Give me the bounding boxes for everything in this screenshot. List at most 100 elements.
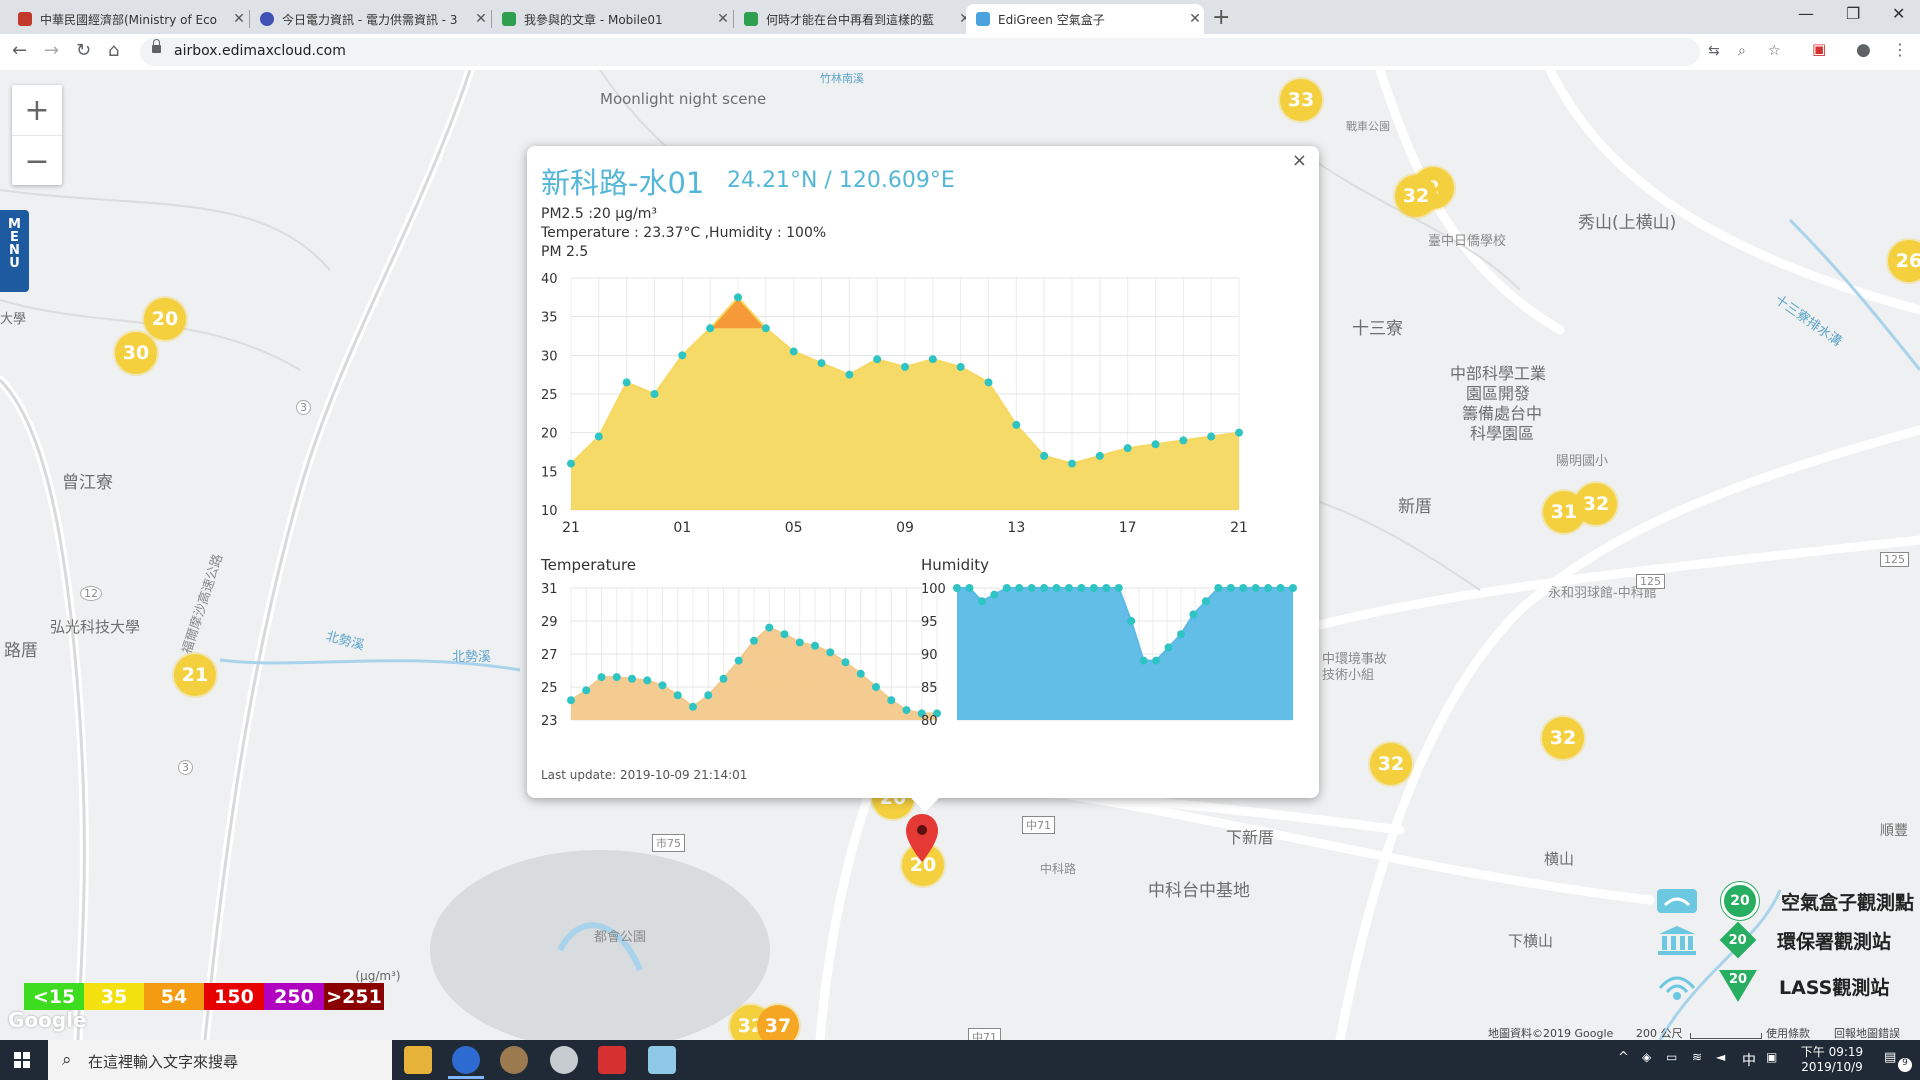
sensor-cluster[interactable]: 30: [115, 332, 157, 374]
data-point: [765, 623, 774, 632]
y-tick-label: 95: [921, 615, 938, 630]
data-point: [1235, 428, 1243, 437]
zoom-out-icon[interactable]: −: [12, 135, 62, 186]
road-number-badge: 中71: [968, 1028, 1001, 1040]
tray-wifi-icon[interactable]: ≋: [1692, 1050, 1702, 1064]
taskbar-clock[interactable]: 下午 09:19 2019/10/9: [1794, 1043, 1870, 1074]
tab-mobile01-articles[interactable]: 我參與的文章 - Mobile01 ✕: [492, 4, 732, 34]
data-point: [734, 656, 743, 665]
scale-band: 54: [144, 983, 204, 1010]
close-tab-icon[interactable]: ✕: [714, 11, 732, 27]
location-pin-icon[interactable]: [904, 812, 940, 864]
extension-icon[interactable]: ▣: [1812, 40, 1826, 58]
data-point: [1207, 432, 1216, 441]
data-point: [761, 324, 770, 333]
sensor-cluster[interactable]: 31: [1543, 491, 1585, 533]
data-point: [750, 636, 758, 645]
y-tick-label: 10: [541, 504, 558, 519]
map-label-area: 中科台中基地: [1148, 881, 1250, 901]
data-point: [1152, 656, 1161, 665]
notification-count-badge: 9: [1898, 1058, 1912, 1072]
sensor-cluster[interactable]: 37: [757, 1005, 799, 1040]
active-app-indicator: [448, 1076, 484, 1079]
data-point: [1040, 584, 1049, 592]
chrome-icon[interactable]: [452, 1046, 480, 1074]
back-arrow-icon[interactable]: ←: [12, 40, 27, 61]
tab-mobile01-blue-sky[interactable]: 何時才能在台中再看到這樣的藍 ✕: [734, 4, 974, 34]
y-tick-label: 90: [921, 648, 938, 663]
zoom-in-icon[interactable]: +: [12, 85, 62, 135]
legend-airbox[interactable]: 20 空氣盒子觀測點: [1655, 882, 1914, 920]
tray-input-icon[interactable]: ▣: [1766, 1050, 1777, 1064]
ime-indicator[interactable]: 中: [1742, 1050, 1756, 1070]
translate-icon[interactable]: ⇆: [1708, 43, 1720, 59]
restore-icon[interactable]: ❐: [1846, 4, 1860, 23]
windows-start-icon[interactable]: [14, 1052, 30, 1068]
data-point: [901, 362, 909, 371]
tab-power-info[interactable]: 今日電力資訊 - 電力供需資訊 - 3 ✕: [250, 4, 490, 34]
omnibox[interactable]: airbox.edimaxcloud.com ⇆ ⌕ ☆: [140, 38, 1781, 66]
data-point: [1015, 584, 1024, 592]
tray-security-icon[interactable]: ◈: [1642, 1050, 1651, 1064]
legend-airbox-label: 空氣盒子觀測點: [1781, 891, 1915, 914]
map-label-area: 秀山(上横山): [1578, 213, 1677, 233]
sensor-cluster[interactable]: 32: [1370, 743, 1412, 785]
data-point: [928, 355, 937, 364]
close-tab-icon[interactable]: ✕: [230, 11, 248, 27]
legend-epa[interactable]: 20 環保署觀測站: [1655, 921, 1891, 959]
data-point: [795, 638, 804, 647]
data-point: [704, 691, 713, 700]
tray-chevron-icon[interactable]: ^: [1618, 1050, 1629, 1065]
notification-icon[interactable]: ▤: [1884, 1050, 1896, 1065]
clock-time: 下午 09:19: [1800, 1045, 1864, 1059]
data-point: [1040, 451, 1049, 460]
profile-avatar-icon[interactable]: ●: [1856, 40, 1871, 60]
report-error-link[interactable]: 回報地圖錯誤: [1834, 1025, 1900, 1040]
sensor-cluster[interactable]: 20: [144, 298, 186, 340]
minimize-icon[interactable]: —: [1798, 4, 1814, 23]
data-point: [1151, 440, 1160, 449]
data-point: [1052, 584, 1061, 592]
url-text[interactable]: airbox.edimaxcloud.com: [174, 43, 346, 59]
close-tab-icon[interactable]: ✕: [1186, 11, 1204, 27]
bookmark-star-icon[interactable]: ☆: [1768, 43, 1781, 59]
mobile01-favicon-icon: [502, 12, 516, 26]
terms-link[interactable]: 使用條款: [1766, 1025, 1810, 1040]
data-point: [1189, 610, 1198, 619]
data-point: [1123, 444, 1132, 453]
windows-taskbar: ⌕ 在這裡輸入文字來搜尋 ^ ◈ ▭ ≋ ◄ 中 ▣ 下午 09:19 2019…: [0, 1040, 1920, 1080]
taskbar-search-box[interactable]: ⌕ 在這裡輸入文字來搜尋: [48, 1040, 392, 1080]
map-label-area: 新厝: [1398, 497, 1432, 517]
scale-band: 150: [204, 983, 264, 1010]
data-point: [1214, 584, 1223, 592]
tray-battery-icon[interactable]: ▭: [1666, 1050, 1677, 1064]
app-icon[interactable]: [598, 1046, 626, 1074]
menu-button[interactable]: M E N U: [0, 210, 29, 292]
file-explorer-icon[interactable]: [404, 1046, 432, 1074]
tab-edigreen[interactable]: EdiGreen 空氣盒子 ✕: [966, 4, 1204, 34]
tray-volume-icon[interactable]: ◄: [1716, 1050, 1725, 1064]
sensor-cluster[interactable]: 21: [174, 654, 216, 696]
sensor-cluster[interactable]: 32: [1395, 175, 1437, 217]
zoom-magnifier-icon[interactable]: ⌕: [1738, 43, 1746, 59]
scale-unit: (μg/m³): [355, 969, 401, 983]
forward-arrow-icon[interactable]: →: [44, 40, 59, 61]
road-number-badge: 中71: [1022, 816, 1055, 834]
app-icon[interactable]: [648, 1046, 676, 1074]
window-close-icon[interactable]: ✕: [1892, 4, 1905, 23]
app-icon[interactable]: [500, 1046, 528, 1074]
menu-dots-icon[interactable]: ⋮: [1892, 40, 1908, 59]
tab-ministry[interactable]: 中華民國經濟部(Ministry of Eco ✕: [8, 4, 248, 34]
legend-lass[interactable]: 20 LASS觀測站: [1655, 970, 1889, 1002]
close-tab-icon[interactable]: ✕: [472, 11, 490, 27]
sensor-cluster[interactable]: 33: [1280, 79, 1322, 121]
sensor-cluster[interactable]: 32: [1542, 717, 1584, 759]
reload-icon[interactable]: ↻: [76, 40, 91, 61]
google-logo[interactable]: Google: [8, 1008, 87, 1032]
home-icon[interactable]: ⌂: [108, 40, 119, 61]
data-point: [1201, 597, 1210, 606]
map-label-poi: 陽明國小: [1556, 454, 1609, 469]
new-tab-plus-icon[interactable]: +: [1212, 5, 1230, 30]
map-data-attribution: 地圖資料©2019 Google: [1488, 1027, 1614, 1040]
app-icon[interactable]: [550, 1046, 578, 1074]
